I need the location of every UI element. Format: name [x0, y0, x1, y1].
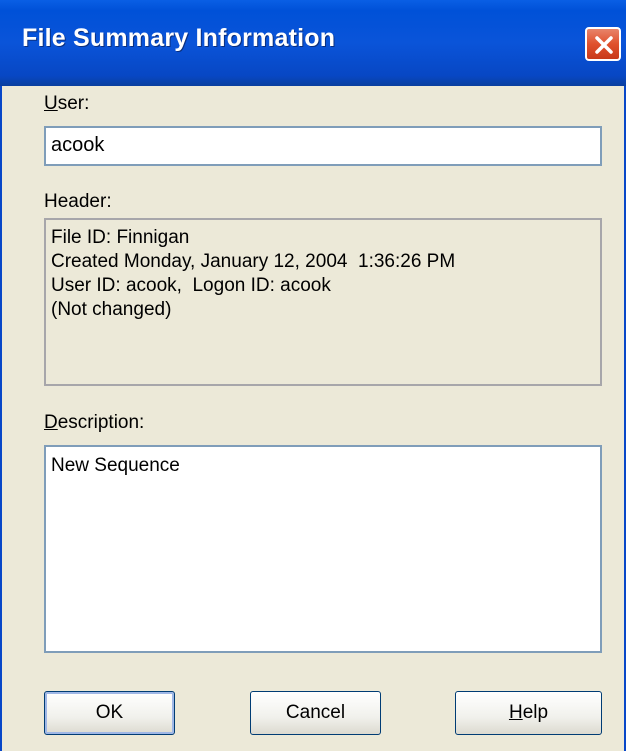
user-label-accelerator: U — [44, 93, 58, 114]
description-label-accelerator: D — [44, 412, 58, 433]
header-line-user-logon: User ID: acook, Logon ID: acook — [51, 275, 331, 296]
description-textarea[interactable]: New Sequence — [44, 445, 602, 653]
ok-button[interactable]: OK — [44, 691, 175, 735]
close-button[interactable] — [585, 27, 621, 61]
file-summary-dialog: File Summary Information User: acook Hea… — [0, 0, 626, 751]
user-label: User: — [44, 93, 89, 115]
description-label: Description: — [44, 412, 144, 434]
description-label-text: escription: — [57, 412, 145, 433]
header-line-created: Created Monday, January 12, 2004 1:36:26… — [51, 251, 456, 272]
window-title: File Summary Information — [22, 24, 336, 52]
header-line-change-status: (Not changed) — [51, 299, 172, 320]
header-line-file-id: File ID: Finnigan — [51, 227, 190, 248]
user-label-text: ser: — [57, 93, 90, 114]
help-button[interactable]: Help — [455, 691, 602, 735]
title-bar[interactable]: File Summary Information — [0, 0, 626, 86]
user-field[interactable]: acook — [44, 126, 602, 166]
help-button-text: elp — [522, 702, 549, 723]
header-info-box: File ID: Finnigan Created Monday, Januar… — [44, 218, 602, 386]
close-icon — [595, 36, 613, 54]
help-button-accelerator: H — [508, 702, 523, 723]
cancel-button[interactable]: Cancel — [250, 691, 381, 735]
header-label: Header: — [44, 191, 112, 212]
